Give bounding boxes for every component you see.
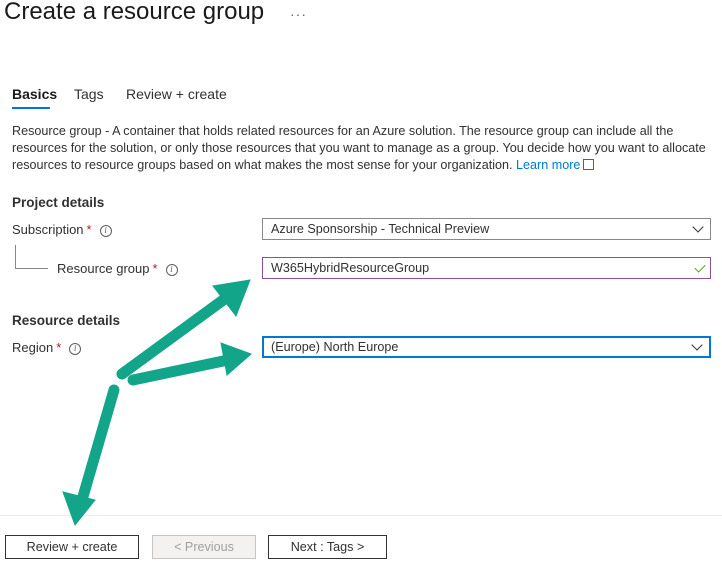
footer-divider: [0, 515, 722, 516]
region-label: Region * i: [12, 340, 82, 356]
arrow-to-region: [127, 354, 234, 386]
active-tab-indicator: [12, 107, 50, 109]
next-tags-button[interactable]: Next : Tags >: [268, 535, 387, 559]
subscription-label: Subscription * i: [12, 222, 112, 238]
chevron-down-icon: [692, 221, 704, 233]
chevron-down-icon: [691, 339, 703, 351]
external-link-icon: [583, 159, 595, 170]
resource-group-description: Resource group - A container that holds …: [12, 123, 712, 174]
page-title: Create a resource group: [4, 0, 265, 25]
resource-group-input[interactable]: W365HybridResourceGroup: [262, 257, 711, 279]
required-marker: *: [86, 222, 92, 237]
tree-connector: [15, 268, 48, 269]
arrow-to-review-create: [76, 384, 120, 506]
info-icon[interactable]: i: [69, 343, 82, 355]
learn-more-link[interactable]: Learn more: [516, 158, 595, 172]
resource-group-value: W365HybridResourceGroup: [271, 261, 430, 275]
project-details-heading: Project details: [12, 195, 105, 210]
region-value: (Europe) North Europe: [271, 340, 399, 354]
subscription-value: Azure Sponsorship - Technical Preview: [271, 222, 490, 236]
tree-connector: [15, 245, 16, 268]
arrow-head: [220, 342, 252, 376]
check-icon: [694, 261, 706, 273]
info-icon[interactable]: i: [99, 225, 112, 237]
tab-review-create[interactable]: Review + create: [126, 86, 227, 102]
arrow-head: [62, 491, 96, 527]
description-text: Resource group - A container that holds …: [12, 124, 706, 172]
region-dropdown[interactable]: (Europe) North Europe: [262, 336, 711, 358]
subscription-dropdown[interactable]: Azure Sponsorship - Technical Preview: [262, 218, 711, 240]
required-marker: *: [152, 261, 158, 276]
annotation-arrows: [62, 279, 252, 527]
ellipsis-icon[interactable]: ···: [290, 6, 307, 22]
resource-details-heading: Resource details: [12, 313, 121, 328]
info-icon[interactable]: i: [165, 264, 178, 276]
resource-group-label: Resource group * i: [57, 261, 178, 277]
arrow-head: [212, 279, 251, 318]
review-create-button[interactable]: Review + create: [5, 535, 139, 559]
tab-tags[interactable]: Tags: [74, 86, 104, 102]
required-marker: *: [56, 340, 62, 355]
arrow-to-resource-group: [116, 289, 236, 380]
previous-button[interactable]: < Previous: [152, 535, 256, 559]
tab-basics[interactable]: Basics: [12, 86, 57, 102]
